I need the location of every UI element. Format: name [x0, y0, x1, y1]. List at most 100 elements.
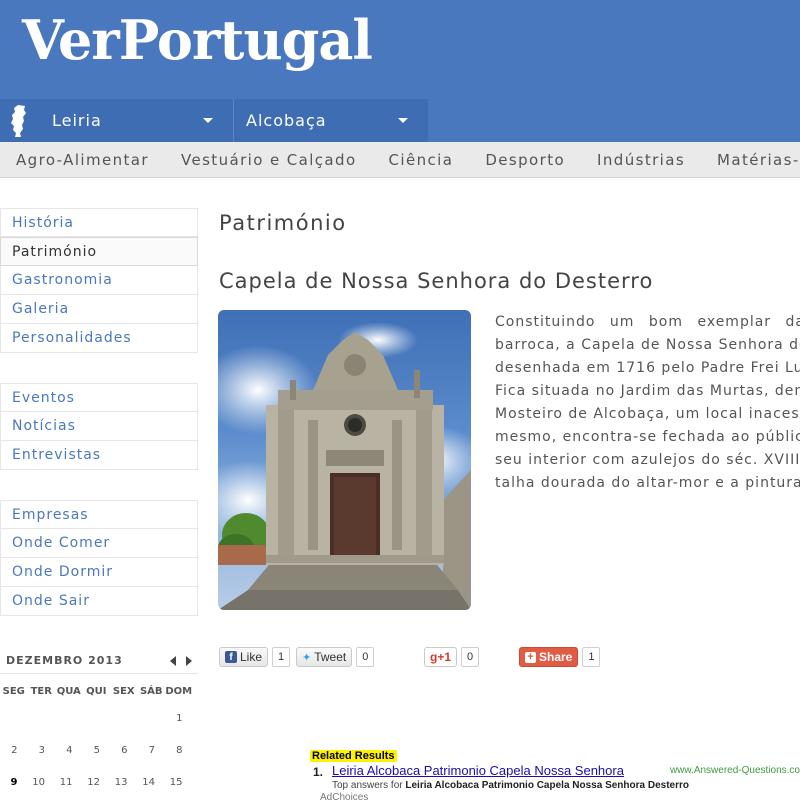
calendar-weekday: SEX: [112, 685, 135, 697]
calendar-header: DEZEMBRO 2013: [0, 648, 198, 674]
tweet-button[interactable]: ✦ Tweet: [296, 647, 353, 667]
sidebar-item-entrevistas[interactable]: Entrevistas: [0, 441, 198, 470]
calendar-day: [138, 702, 166, 734]
sidebar-group-heritage: História Património Gastronomia Galeria …: [0, 208, 198, 353]
facebook-like-button[interactable]: f Like: [219, 647, 269, 667]
calendar-day[interactable]: 8: [165, 734, 193, 766]
sidebar-item-onde-comer[interactable]: Onde Comer: [0, 529, 198, 558]
previous-month-icon[interactable]: [170, 655, 176, 666]
article-body: Constituindo um bom exemplar da barroca,…: [495, 311, 800, 495]
calendar-day[interactable]: 5: [83, 734, 111, 766]
nav-item-desporto[interactable]: Desporto: [469, 151, 581, 169]
article-line: talha dourada do altar-mor e a pintura d…: [495, 475, 800, 491]
calendar-day[interactable]: 2: [0, 734, 28, 766]
related-result-description: Top answers for Leiria Alcobaca Patrimon…: [332, 780, 689, 791]
section-title: Património: [219, 211, 347, 235]
calendar-weekday: SEG: [2, 685, 25, 697]
article-line: Fica situada no Jardim das Murtas, dentr: [495, 383, 800, 399]
sidebar-item-empresas[interactable]: Empresas: [0, 500, 198, 529]
article-line: Mosteiro de Alcobaça, um local inacessív: [495, 406, 800, 422]
sidebar: História Património Gastronomia Galeria …: [0, 208, 198, 646]
sidebar-group-news: Eventos Notícias Entrevistas: [0, 383, 198, 470]
sidebar-item-personalidades[interactable]: Personalidades: [0, 324, 198, 353]
article-line: Constituindo um bom exemplar da: [495, 314, 800, 330]
share-button[interactable]: + Share: [519, 647, 579, 667]
calendar-day: [83, 702, 111, 734]
calendar-weekday: SÁB: [139, 685, 163, 697]
calendar-weekday: QUA: [56, 685, 81, 697]
events-calendar: DEZEMBRO 2013 SEG TER QUA QUI SEX SÁB DOM 1 2 3 4 5…: [0, 648, 198, 798]
calendar-day[interactable]: 3: [28, 734, 56, 766]
facebook-share: f Like 1: [219, 646, 291, 668]
nav-item-vestuario[interactable]: Vestuário e Calçado: [165, 151, 373, 169]
district-dropdown[interactable]: Leiria: [34, 99, 234, 142]
calendar-day[interactable]: 15: [165, 766, 193, 798]
calendar-day[interactable]: 4: [55, 734, 83, 766]
tweet-count: 0: [356, 647, 375, 667]
calendar-day[interactable]: 14: [138, 766, 166, 798]
calendar-day[interactable]: 13: [110, 766, 138, 798]
sidebar-item-gastronomia[interactable]: Gastronomia: [0, 266, 198, 295]
district-dropdown-label: Leiria: [52, 111, 102, 130]
adchoices-link[interactable]: AdChoices: [320, 792, 368, 800]
article-line: mesmo, encontra-se fechada ao público: [495, 429, 800, 445]
related-desc-prefix: Top answers for: [332, 780, 403, 791]
site-logo[interactable]: VerPortugal: [22, 8, 373, 72]
related-result-number: 1.: [313, 765, 324, 779]
gplus-share: g+1 0: [424, 646, 480, 668]
addthis-share: + Share 1: [519, 646, 601, 668]
calendar-weekday: DOM: [165, 685, 193, 697]
nav-item-agro-alimentar[interactable]: Agro-Alimentar: [0, 151, 165, 169]
related-result-link[interactable]: Leiria Alcobaca Patrimonio Capela Nossa …: [332, 763, 624, 778]
related-results-ad: Related Results 1. Leiria Alcobaca Patri…: [310, 746, 800, 800]
calendar-month-label: DEZEMBRO 2013: [6, 654, 123, 667]
facebook-like-label: Like: [240, 650, 263, 664]
sidebar-item-patrimonio[interactable]: Património: [0, 237, 198, 266]
calendar-day[interactable]: 6: [110, 734, 138, 766]
calendar-weekday: TER: [30, 685, 52, 697]
calendar-day: [55, 702, 83, 734]
chapel-illustration: [218, 322, 471, 610]
chapel-photo[interactable]: [218, 310, 471, 610]
nav-item-ciencia[interactable]: Ciência: [373, 151, 470, 169]
share-label: Share: [539, 650, 573, 664]
calendar-day[interactable]: 7: [138, 734, 166, 766]
facebook-icon: f: [225, 651, 237, 663]
calendar-day[interactable]: 12: [83, 766, 111, 798]
nav-item-materias[interactable]: Matérias-P: [701, 151, 800, 169]
sidebar-item-onde-sair[interactable]: Onde Sair: [0, 587, 198, 616]
calendar-day: [28, 702, 56, 734]
chevron-down-icon: [203, 118, 213, 123]
calendar-weekday: QUI: [86, 685, 107, 697]
calendar-day[interactable]: 10: [28, 766, 56, 798]
chevron-down-icon: [398, 118, 408, 123]
sidebar-item-onde-dormir[interactable]: Onde Dormir: [0, 558, 198, 587]
calendar-day: [110, 702, 138, 734]
twitter-share: ✦ Tweet 0: [296, 646, 375, 668]
sidebar-item-galeria[interactable]: Galeria: [0, 295, 198, 324]
sidebar-group-business: Empresas Onde Comer Onde Dormir Onde Sai…: [0, 500, 198, 616]
sidebar-item-eventos[interactable]: Eventos: [0, 383, 198, 412]
next-month-icon[interactable]: [186, 655, 192, 666]
article-line: barroca, a Capela de Nossa Senhora do: [495, 337, 800, 353]
calendar-day[interactable]: 9: [0, 766, 28, 798]
tweet-label: Tweet: [314, 650, 347, 664]
municipality-dropdown-label: Alcobaça: [246, 111, 327, 130]
municipality-dropdown[interactable]: Alcobaça: [234, 99, 428, 142]
gplus-button[interactable]: g+1: [424, 647, 458, 667]
facebook-like-count: 1: [272, 647, 291, 667]
related-result-site[interactable]: www.Answered-Questions.co: [670, 765, 800, 776]
portugal-map-icon: [11, 105, 26, 137]
sidebar-item-noticias[interactable]: Notícias: [0, 412, 198, 441]
twitter-bird-icon: ✦: [302, 651, 312, 664]
calendar-day[interactable]: 1: [165, 702, 193, 734]
calendar-nav: [170, 655, 192, 666]
calendar-day[interactable]: 11: [55, 766, 83, 798]
article-line: seu interior com azulejos do séc. XVIII,…: [495, 452, 800, 468]
article-line: desenhada em 1716 pelo Padre Frei Luís: [495, 360, 800, 376]
sidebar-item-historia[interactable]: História: [0, 208, 198, 237]
related-desc-keywords: Leiria Alcobaca Patrimonio Capela Nossa …: [405, 780, 689, 791]
calendar-day: [0, 702, 28, 734]
nav-item-industrias[interactable]: Indústrias: [581, 151, 701, 169]
gplus-count: 0: [461, 647, 480, 667]
